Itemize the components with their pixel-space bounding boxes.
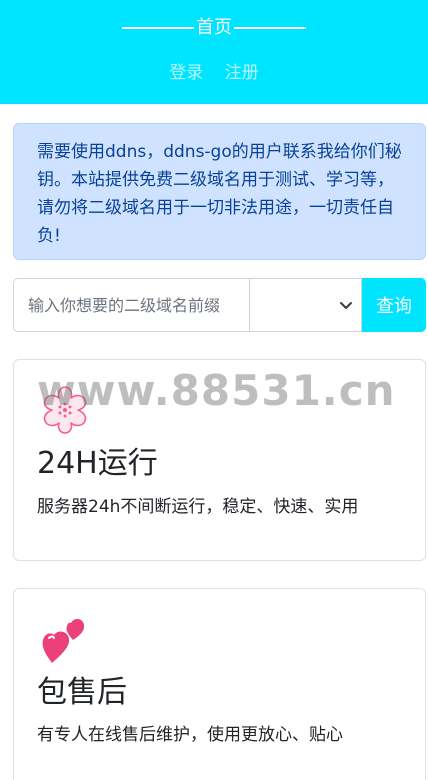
login-link[interactable]: 登录 (169, 63, 203, 83)
cherry-blossom-icon (43, 386, 87, 434)
feature-title: 24H运行 (37, 446, 158, 481)
register-link[interactable]: 注册 (225, 63, 259, 83)
page-title-text: 首页 (196, 17, 232, 38)
domain-select[interactable] (249, 278, 362, 332)
notice-alert: 需要使用ddns，ddns-go的用户联系我给你们秘钥。本站提供免费二级域名用于… (13, 123, 426, 260)
title-divider-right (234, 27, 306, 29)
page-title: 首页 (0, 14, 428, 42)
feature-card-support: 包售后 有专人在线售后维护，使用更放心、贴心 (13, 588, 426, 780)
search-button[interactable]: 查询 (362, 278, 426, 332)
two-hearts-icon (42, 619, 85, 663)
domain-search-form: 查询 (13, 278, 426, 332)
feature-description: 服务器24h不间断运行，稳定、快速、实用 (37, 497, 359, 517)
feature-title: 包售后 (37, 675, 127, 710)
title-divider-left (122, 27, 194, 29)
notice-text: 需要使用ddns，ddns-go的用户联系我给你们秘钥。本站提供免费二级域名用于… (37, 142, 402, 246)
subdomain-input[interactable] (13, 278, 250, 332)
feature-description: 有专人在线售后维护，使用更放心、贴心 (37, 725, 343, 745)
chevron-down-icon (340, 302, 352, 309)
feature-card-24h: 24H运行 服务器24h不间断运行，稳定、快速、实用 (13, 359, 426, 561)
header-nav: 登录 注册 (0, 60, 428, 86)
top-header: 首页 登录 注册 (0, 0, 428, 104)
